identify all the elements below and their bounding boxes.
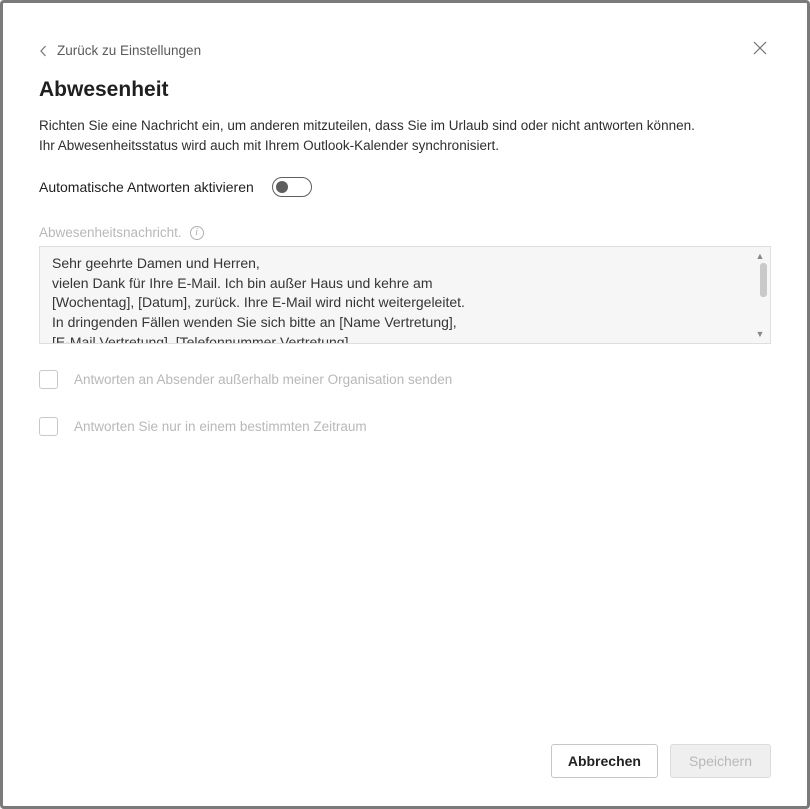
save-button[interactable]: Speichern	[670, 744, 771, 778]
close-icon	[753, 41, 767, 55]
back-label: Zurück zu Einstellungen	[57, 43, 201, 58]
time-period-label: Antworten Sie nur in einem bestimmten Ze…	[74, 419, 367, 434]
time-period-checkbox-row: Antworten Sie nur in einem bestimmten Ze…	[39, 417, 771, 436]
scroll-up-arrow[interactable]: ▲	[754, 251, 766, 261]
page-description: Richten Sie eine Nachricht ein, um ander…	[39, 116, 771, 155]
auto-reply-toggle-row: Automatische Antworten aktivieren	[39, 177, 771, 197]
spacer	[39, 464, 771, 744]
out-of-office-settings-modal: Zurück zu Einstellungen Abwesenheit Rich…	[0, 0, 810, 809]
message-label: Abwesenheitsnachricht.	[39, 225, 182, 240]
external-sender-label: Antworten an Absender außerhalb meiner O…	[74, 372, 452, 387]
cancel-label: Abbrechen	[568, 753, 641, 769]
top-row: Zurück zu Einstellungen	[39, 37, 771, 64]
away-message-content: Sehr geehrte Damen und Herren, vielen Da…	[40, 247, 770, 343]
auto-reply-toggle[interactable]	[272, 177, 312, 197]
back-to-settings-link[interactable]: Zurück zu Einstellungen	[39, 43, 201, 58]
auto-reply-toggle-label: Automatische Antworten aktivieren	[39, 179, 254, 195]
message-label-row: Abwesenheitsnachricht. i	[39, 225, 771, 240]
toggle-knob	[276, 181, 288, 193]
cancel-button[interactable]: Abbrechen	[551, 744, 658, 778]
page-title: Abwesenheit	[39, 78, 771, 102]
button-row: Abbrechen Speichern	[39, 744, 771, 778]
external-sender-checkbox[interactable]	[39, 370, 58, 389]
away-message-textarea[interactable]: Sehr geehrte Damen und Herren, vielen Da…	[39, 246, 771, 344]
time-period-checkbox[interactable]	[39, 417, 58, 436]
save-label: Speichern	[689, 753, 752, 769]
desc-line2: Ihr Abwesenheitsstatus wird auch mit Ihr…	[39, 138, 499, 153]
desc-line1: Richten Sie eine Nachricht ein, um ander…	[39, 118, 695, 133]
scroll-down-arrow[interactable]: ▼	[754, 329, 766, 339]
external-sender-checkbox-row: Antworten an Absender außerhalb meiner O…	[39, 370, 771, 389]
close-button[interactable]	[749, 37, 771, 64]
info-icon[interactable]: i	[190, 226, 204, 240]
scroll-thumb[interactable]	[760, 263, 767, 297]
chevron-left-icon	[39, 45, 47, 57]
